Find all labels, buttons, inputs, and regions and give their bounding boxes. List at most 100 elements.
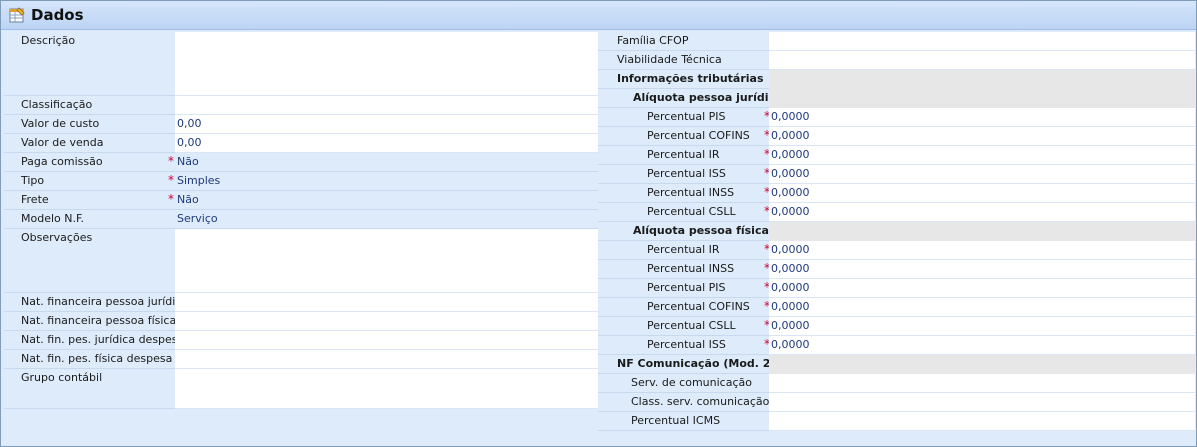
field-label: Tipo [4,172,175,191]
nat-fin-pf-input[interactable] [175,312,598,331]
required-marker: * [168,192,174,206]
field-label: Grupo contábil [4,369,175,409]
field-pf-iss: Percentual ISS * 0,0000 [598,336,1195,355]
field-label: Nat. fin. pes. jurídica despesa [4,331,175,350]
pf-pis-input[interactable]: 0,0000 [769,279,1195,298]
field-label: Serv. de comunicação [598,374,769,393]
section-aliq-pf[interactable]: Alíquota pessoa física [598,222,1195,241]
section-aliq-pj[interactable]: Alíquota pessoa jurídica [598,89,1195,108]
field-value: 0,0000 [771,300,810,313]
field-label: Percentual IR [598,241,769,260]
field-pj-cofins: Percentual COFINS * 0,0000 [598,127,1195,146]
section-fill [769,355,1195,374]
field-label: Percentual ISS [598,336,769,355]
field-value: Simples [177,174,221,187]
serv-comunicacao-input[interactable] [769,374,1195,393]
field-value: Não [177,155,199,168]
section-label: Alíquota pessoa física [598,222,769,241]
familia-cfop-input[interactable] [769,32,1195,51]
panel-title: Dados [31,6,84,24]
pj-inss-input[interactable]: 0,0000 [769,184,1195,203]
valor-custo-input[interactable]: 0,00 [175,115,598,134]
field-label: Percentual PIS [598,108,769,127]
field-pj-pis: Percentual PIS * 0,0000 [598,108,1195,127]
grupo-contabil-input[interactable] [175,369,598,409]
field-value: 0,0000 [771,110,810,123]
field-value: Não [177,193,199,206]
field-label: Nat. fin. pes. física despesa [4,350,175,369]
field-nat-fin-pj-despesa: Nat. fin. pes. jurídica despesa [4,331,598,350]
field-descricao: Descrição [4,32,598,96]
field-pf-csll: Percentual CSLL * 0,0000 [598,317,1195,336]
field-modelo-nf: Modelo N.F. Serviço [4,210,598,229]
field-label: Percentual ICMS [598,412,769,431]
pf-iss-input[interactable]: 0,0000 [769,336,1195,355]
pj-csll-input[interactable]: 0,0000 [769,203,1195,222]
field-pj-ir: Percentual IR * 0,0000 [598,146,1195,165]
field-value: 0,0000 [771,243,810,256]
valor-venda-input[interactable]: 0,00 [175,134,598,153]
descricao-input[interactable] [175,32,598,96]
field-label: Modelo N.F. [4,210,175,229]
field-label: Valor de custo [4,115,175,134]
pj-cofins-input[interactable]: 0,0000 [769,127,1195,146]
tipo-select[interactable]: Simples [175,172,598,191]
section-label: Informações tributárias [598,70,769,89]
field-label: Frete [4,191,175,210]
field-label: Nat. financeira pessoa jurídica [4,293,175,312]
nat-fin-pf-despesa-input[interactable] [175,350,598,369]
field-value: 0,00 [177,136,202,149]
pf-csll-input[interactable]: 0,0000 [769,317,1195,336]
section-label: NF Comunicação (Mod. 21) [598,355,769,374]
class-serv-input[interactable] [769,393,1195,412]
field-label: Classificação [4,96,175,115]
nat-fin-pj-input[interactable] [175,293,598,312]
field-nat-fin-pj: Nat. financeira pessoa jurídica [4,293,598,312]
viabilidade-input[interactable] [769,51,1195,70]
field-tipo: Tipo * Simples [4,172,598,191]
section-info-tributarias[interactable]: Informações tributárias [598,70,1195,89]
field-pf-cofins: Percentual COFINS * 0,0000 [598,298,1195,317]
field-pj-csll: Percentual CSLL * 0,0000 [598,203,1195,222]
observacoes-textarea[interactable] [175,229,598,293]
percentual-icms-input[interactable] [769,412,1195,431]
field-pf-inss: Percentual INSS * 0,0000 [598,260,1195,279]
field-value: Serviço [177,212,218,225]
field-label: Família CFOP [598,32,769,51]
classificacao-input[interactable] [175,96,598,115]
section-nf-comunicacao[interactable]: NF Comunicação (Mod. 21) [598,355,1195,374]
modelo-nf-select[interactable]: Serviço [175,210,598,229]
field-class-serv: Class. serv. comunicação [598,393,1195,412]
field-value: 0,0000 [771,167,810,180]
right-form: Família CFOP Viabilidade Técnica Informa… [598,32,1195,431]
pj-iss-input[interactable]: 0,0000 [769,165,1195,184]
frete-select[interactable]: Não [175,191,598,210]
field-value: 0,0000 [771,281,810,294]
field-label: Viabilidade Técnica [598,51,769,70]
field-label: Percentual CSLL [598,317,769,336]
pf-inss-input[interactable]: 0,0000 [769,260,1195,279]
required-marker: * [168,173,174,187]
field-value: 0,0000 [771,262,810,275]
form-table-icon [9,7,25,23]
field-label: Paga comissão [4,153,175,172]
nat-fin-pj-despesa-input[interactable] [175,331,598,350]
field-classificacao: Classificação [4,96,598,115]
field-label: Class. serv. comunicação [598,393,769,412]
dados-panel: Dados Descrição Classificação Valor de c… [0,0,1197,447]
pf-cofins-input[interactable]: 0,0000 [769,298,1195,317]
field-familia-cfop: Família CFOP [598,32,1195,51]
section-label: Alíquota pessoa jurídica [598,89,769,108]
section-fill [769,222,1195,241]
paga-comissao-select[interactable]: Não [175,153,598,172]
field-value: 0,00 [177,117,202,130]
pj-pis-input[interactable]: 0,0000 [769,108,1195,127]
required-marker: * [168,154,174,168]
pf-ir-input[interactable]: 0,0000 [769,241,1195,260]
field-label: Percentual ISS [598,165,769,184]
field-value: 0,0000 [771,338,810,351]
field-valor-custo: Valor de custo 0,00 [4,115,598,134]
field-pj-inss: Percentual INSS * 0,0000 [598,184,1195,203]
field-label: Nat. financeira pessoa física [4,312,175,331]
pj-ir-input[interactable]: 0,0000 [769,146,1195,165]
